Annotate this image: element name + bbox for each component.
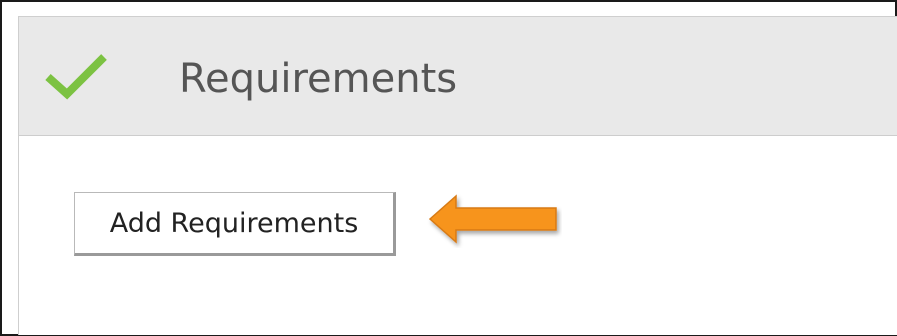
add-requirements-button[interactable]: Add Requirements: [74, 192, 396, 256]
screenshot-frame: Requirements Add Requirements: [0, 0, 897, 336]
panel-header: Requirements: [19, 17, 897, 136]
requirements-panel: Requirements: [18, 16, 897, 335]
check-icon: [45, 54, 107, 100]
arrow-left-icon: [428, 194, 557, 244]
panel-title: Requirements: [179, 56, 458, 102]
